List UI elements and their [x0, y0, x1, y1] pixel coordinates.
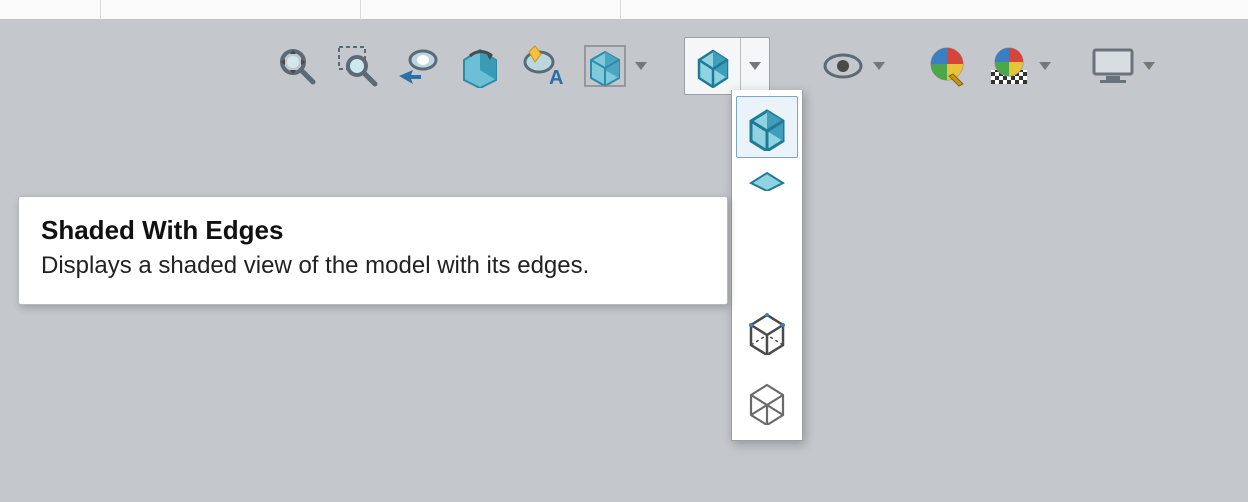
section-view-icon [458, 44, 504, 88]
svg-text:A: A [549, 67, 563, 88]
view-settings-icon [1090, 46, 1136, 86]
flyout-hidden-lines-visible[interactable] [736, 300, 798, 362]
wireframe-icon [743, 377, 791, 425]
apply-scene-button[interactable] [984, 41, 1034, 91]
flyout-wireframe[interactable] [736, 370, 798, 432]
shaded-icon [743, 169, 791, 191]
zoom-to-fit-button[interactable] [270, 41, 320, 91]
tooltip: Shaded With Edges Displays a shaded view… [18, 196, 728, 305]
display-style-dropdown-button[interactable] [741, 38, 769, 94]
chevron-down-icon [749, 62, 761, 70]
chevron-down-icon[interactable] [1039, 62, 1051, 70]
top-strip [0, 0, 1248, 20]
section-view-button[interactable] [456, 41, 506, 91]
zoom-to-fit-icon [273, 44, 317, 88]
chevron-down-icon[interactable] [1143, 62, 1155, 70]
hide-show-items-button[interactable] [818, 41, 868, 91]
previous-view-button[interactable] [394, 41, 444, 91]
apply-scene-icon [987, 44, 1031, 88]
view-orientation-icon [583, 44, 627, 88]
dynamic-annotation-icon: A [519, 44, 567, 88]
tooltip-title: Shaded With Edges [41, 215, 705, 246]
edit-appearance-button[interactable] [922, 41, 972, 91]
display-style-button[interactable] [685, 38, 741, 94]
flyout-shaded[interactable] [736, 166, 798, 194]
display-style-icon [691, 44, 735, 88]
view-orientation-button[interactable] [580, 41, 630, 91]
tooltip-body: Displays a shaded view of the model with… [41, 252, 705, 280]
chevron-down-icon[interactable] [635, 62, 647, 70]
hidden-lines-visible-icon [743, 307, 791, 355]
display-style-split-button [684, 37, 770, 95]
zoom-to-area-button[interactable] [332, 41, 382, 91]
zoom-to-area-icon [335, 44, 379, 88]
hide-show-items-icon [820, 44, 866, 88]
dynamic-annotation-button[interactable]: A [518, 41, 568, 91]
view-settings-button[interactable] [1088, 41, 1138, 91]
view-toolbar: A [270, 36, 1160, 96]
shaded-with-edges-icon [743, 103, 791, 151]
flyout-shaded-with-edges[interactable] [736, 96, 798, 158]
edit-appearance-icon [925, 44, 969, 88]
previous-view-icon [395, 44, 443, 88]
display-style-flyout [731, 90, 803, 441]
chevron-down-icon[interactable] [873, 62, 885, 70]
